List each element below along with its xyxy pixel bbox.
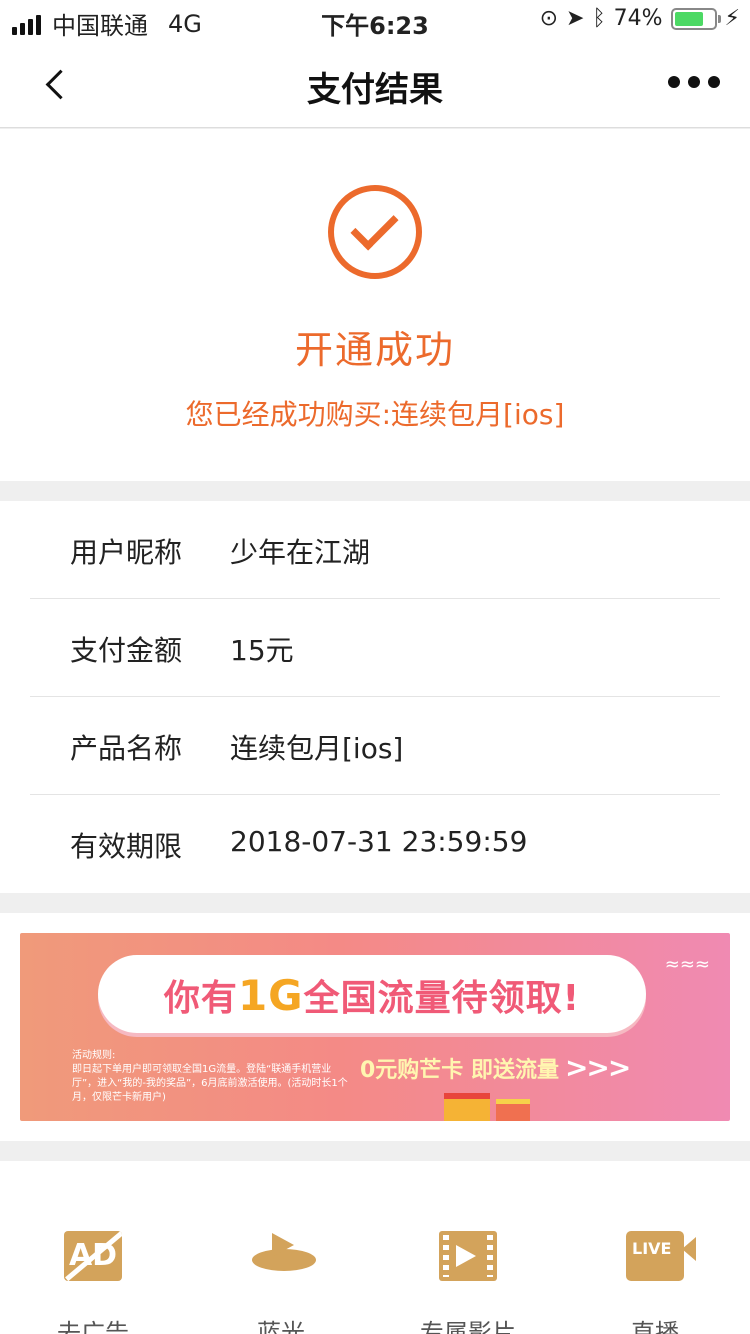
- more-button[interactable]: [660, 76, 720, 88]
- feature-live[interactable]: LIVE 直播: [580, 1231, 730, 1334]
- bluetooth-icon: ᛒ: [592, 6, 606, 31]
- detail-value: 2018-07-31 23:59:59: [230, 825, 528, 858]
- result-message: 您已经成功购买:连续包月[ios]: [185, 398, 565, 431]
- detail-label: 用户昵称: [70, 536, 183, 569]
- detail-label: 支付金额: [70, 634, 183, 667]
- detail-row-product: 产品名称 连续包月[ios]: [30, 697, 720, 795]
- battery-percent: 74%: [613, 6, 663, 31]
- detail-value: 连续包月[ios]: [230, 732, 404, 765]
- nav-bar: 支付结果: [0, 40, 750, 128]
- result-section: 开通成功 您已经成功购买:连续包月[ios]: [0, 129, 750, 481]
- detail-label: 有效期限: [70, 830, 183, 863]
- detail-row-nickname: 用户昵称 少年在江湖: [30, 501, 720, 599]
- feature-label: 专属影片: [420, 1319, 516, 1334]
- order-details: 用户昵称 少年在江湖 支付金额 15元 产品名称 连续包月[ios] 有效期限 …: [0, 501, 750, 893]
- detail-row-expiry: 有效期限 2018-07-31 23:59:59: [30, 795, 720, 893]
- film-icon: [439, 1231, 497, 1281]
- banner-headline-post: 全国流量待领取!: [303, 978, 581, 1019]
- detail-value: 15元: [230, 634, 294, 667]
- banner-rules: 活动规则: 即日起下单用户即可领取全国1G流量。登陆“联通手机营业厅”，进入“我…: [72, 1050, 348, 1103]
- feature-bluray[interactable]: 蓝光: [206, 1231, 356, 1334]
- feature-exclusive-films[interactable]: 专属影片: [393, 1231, 543, 1334]
- page-title: 支付结果: [307, 70, 443, 110]
- promo-banner[interactable]: 你有1G全国流量待领取! ≈≈≈ 活动规则: 即日起下单用户即可领取全国1G流量…: [20, 933, 730, 1121]
- feature-no-ads[interactable]: AD 去广告: [18, 1231, 168, 1334]
- result-title: 开通成功: [294, 328, 455, 372]
- status-bar: 中国联通 4G 下午6:23 ⊙ ➤ ᛒ 74% ⚡: [0, 0, 750, 40]
- location-icon: ➤: [566, 6, 585, 31]
- status-right: ⊙ ➤ ᛒ 74% ⚡: [532, 6, 740, 31]
- banner-cta: 0元购芒卡 即送流量 >>>: [360, 1051, 631, 1084]
- banner-cta-text: 0元购芒卡 即送流量: [360, 1058, 559, 1083]
- feature-label: 直播: [631, 1319, 679, 1334]
- banner-section: 你有1G全国流量待领取! ≈≈≈ 活动规则: 即日起下单用户即可领取全国1G流量…: [0, 913, 750, 1141]
- banner-headline-pre: 你有: [163, 978, 238, 1019]
- bluray-icon: [252, 1231, 316, 1281]
- ad-block-icon: AD: [64, 1231, 122, 1281]
- success-check-icon: [328, 185, 422, 279]
- detail-label: 产品名称: [70, 732, 183, 765]
- banner-cta-arrows: >>>: [564, 1051, 631, 1084]
- gift-box-icon: [444, 1093, 490, 1121]
- detail-row-amount: 支付金额 15元: [30, 599, 720, 697]
- rotation-lock-icon: ⊙: [539, 6, 558, 31]
- banner-headline: 你有1G全国流量待领取!: [98, 969, 646, 1021]
- charging-icon: ⚡: [724, 6, 740, 31]
- battery-icon: [670, 7, 721, 30]
- feature-bar: AD 去广告 蓝光 专属影片 LIVE 直播: [0, 1161, 750, 1334]
- gift-box-icon: [496, 1099, 530, 1121]
- detail-value: 少年在江湖: [230, 536, 371, 569]
- live-camera-icon: LIVE: [626, 1231, 696, 1281]
- feature-label: 去广告: [57, 1319, 129, 1334]
- feature-label: 蓝光: [257, 1319, 305, 1334]
- wave-decoration-icon: ≈≈≈: [664, 954, 710, 975]
- banner-headline-highlight: 1G: [237, 971, 304, 1020]
